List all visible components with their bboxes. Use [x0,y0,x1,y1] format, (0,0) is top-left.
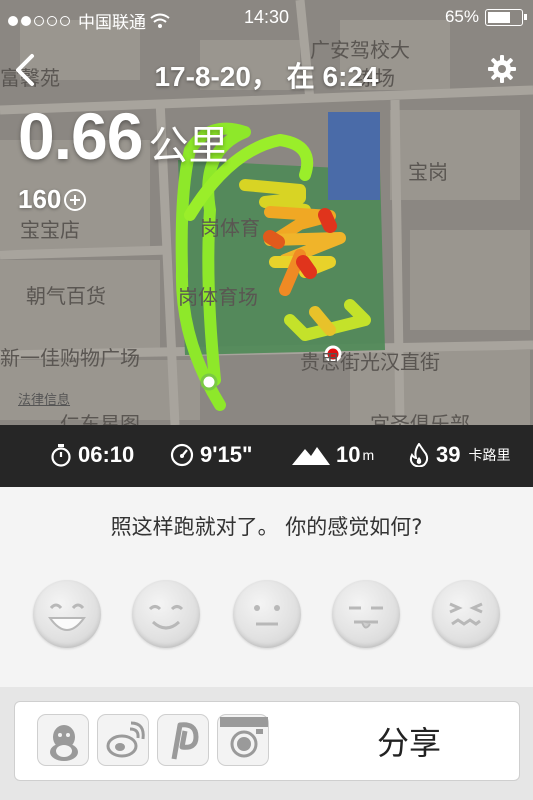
fuel-points: 160 [18,184,87,215]
start-marker [200,373,218,391]
battery-percent: 65% [444,7,479,26]
weibo-icon[interactable] [97,714,149,766]
neutral-face-icon[interactable] [233,580,301,648]
fuel-value: 160 [18,184,62,214]
calories-value: 39 [436,442,461,467]
stopwatch-icon [51,444,71,467]
battery-icon [485,8,527,26]
path-icon[interactable] [157,714,209,766]
calories-unit: 卡路里 [468,447,511,463]
pace-stat: 9'15" [170,442,252,468]
map-label: 宝岗 [408,160,448,184]
map-label: 宝宝店 [20,218,80,242]
map-label: 岗体育场 [178,285,258,309]
happy-face-icon[interactable] [132,580,200,648]
pace-value: 9'15" [200,442,253,467]
distance-value: 0.66 [18,99,143,173]
unhappy-face-icon[interactable] [332,580,400,648]
duration-stat: 06:10 [50,442,134,468]
elevation-stat: 10 m [292,442,374,468]
battery-status: 65% [444,7,527,27]
run-stats-bar: 06:10 9'15" 10 m 39 卡路里 [0,425,533,487]
flame-icon [409,443,429,467]
map-label: 朝气百货 [26,284,106,308]
elevation-unit: m [362,447,375,463]
duration-value: 06:10 [78,442,135,467]
qq-icon[interactable] [37,714,89,766]
run-date-title: 17-8-20， 在 6:24 [154,61,379,92]
distance-summary: 0.66 公里 [18,98,228,174]
add-circle-icon [64,188,87,211]
speedometer-icon [170,443,194,467]
map-label: 贵思街光汉直街 [300,350,440,374]
share-card: 分享 [14,701,520,781]
map-label: 宜圣俱乐部 [370,412,470,425]
exhausted-face-icon[interactable] [432,580,500,648]
gear-icon[interactable] [487,54,517,84]
instagram-icon[interactable] [217,714,269,766]
map-label: 岗体育 [200,216,260,240]
legal-info-link[interactable]: 法律信息 [18,389,70,408]
status-bar: 中国联通 14:30 65% [0,0,533,36]
map-label: 仁东星图 [60,412,140,425]
map-label: 新一佳购物广场 [0,346,140,370]
share-button[interactable]: 分享 [299,718,519,764]
feel-rating-section: 照这样跑就对了。 你的感觉如何? [0,487,533,687]
feel-question: 照这样跑就对了。 你的感觉如何? [110,515,423,539]
distance-unit: 公里 [148,123,229,169]
share-bar: 分享 [0,687,533,800]
elevation-value: 10 [336,442,361,467]
calories-stat: 39 卡路里 [408,442,510,468]
great-face-icon[interactable] [33,580,101,648]
mountain-icon [292,447,330,465]
